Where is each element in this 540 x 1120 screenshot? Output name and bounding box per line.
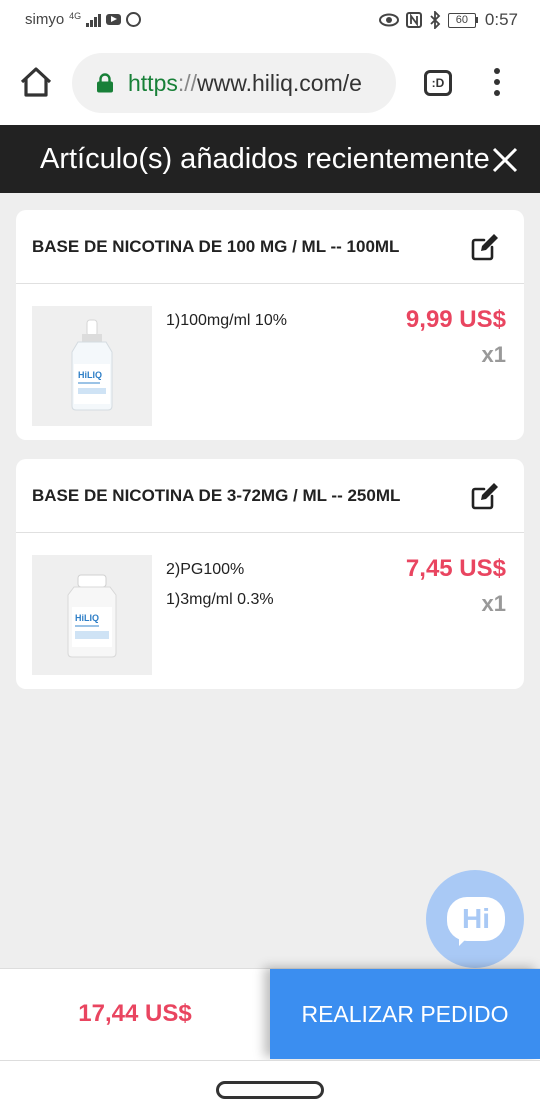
checkout-button[interactable]: REALIZAR PEDIDO [270, 969, 540, 1059]
network-label: 4G [69, 11, 82, 21]
url-text[interactable]: https://www.hiliq.com/e [128, 70, 362, 97]
thumb-brand: HiLIQ [75, 613, 99, 623]
youtube-icon [106, 14, 122, 25]
close-icon[interactable] [490, 145, 520, 175]
status-right: 60 0:57 [378, 10, 518, 30]
whatsapp-icon [126, 12, 142, 27]
cart-item-card: BASE DE NICOTINA DE 100 MG / ML -- 100ML… [16, 210, 524, 440]
cart-item-header: BASE DE NICOTINA DE 3-72MG / ML -- 250ML [16, 459, 524, 533]
status-left: simyo 4G [25, 11, 142, 28]
battery-level: 60 [447, 12, 476, 28]
cart-item-body: HiLIQ 1)100mg/ml 10% 9,99 US$ x1 [16, 284, 524, 440]
product-options: 2)PG100% 1)3mg/ml 0.3% [166, 555, 274, 615]
product-thumbnail[interactable]: HiLIQ [32, 306, 152, 426]
cart-item-body: HiLIQ 2)PG100% 1)3mg/ml 0.3% 7,45 US$ x1 [16, 533, 524, 689]
checkout-bar: 17,44 US$ REALIZAR PEDIDO [0, 968, 540, 1060]
product-name[interactable]: BASE DE NICOTINA DE 100 MG / ML -- 100ML [32, 237, 399, 257]
tabs-button[interactable]: :D [424, 70, 452, 96]
bottle-icon: HiLIQ [67, 574, 117, 658]
product-options: 1)100mg/ml 10% [166, 306, 287, 336]
chat-label: Hi [447, 897, 505, 941]
home-icon[interactable] [18, 64, 54, 100]
url-separator: :// [177, 70, 198, 96]
product-price: 7,45 US$ [405, 555, 506, 582]
product-quantity: x1 [481, 591, 506, 616]
lock-icon [97, 73, 113, 93]
clock: 0:57 [484, 10, 518, 29]
battery-icon: 60 [447, 12, 478, 28]
product-price: 9,99 US$ [405, 306, 506, 333]
cart-item-card: BASE DE NICOTINA DE 3-72MG / ML -- 250ML… [16, 459, 524, 689]
bottle-icon: HiLIQ [71, 319, 113, 411]
product-option: 1)3mg/ml 0.3% [166, 591, 274, 608]
overflow-menu-icon[interactable] [490, 68, 504, 98]
product-quantity: x1 [481, 342, 506, 367]
page-header: Artículo(s) añadidos recientemente [0, 125, 540, 193]
system-nav-bar [0, 1060, 540, 1120]
product-option: 1)100mg/ml 10% [166, 312, 287, 329]
carrier-label: simyo [25, 11, 65, 28]
product-name[interactable]: BASE DE NICOTINA DE 3-72MG / ML -- 250ML [32, 486, 400, 506]
chat-button[interactable]: Hi [426, 870, 524, 968]
signal-icon [86, 13, 102, 27]
thumb-brand: HiLIQ [78, 370, 102, 380]
chat-bubble-icon [459, 936, 469, 946]
eye-icon [378, 13, 399, 27]
address-bar[interactable]: https://www.hiliq.com/e [72, 53, 396, 113]
bluetooth-icon [430, 11, 441, 29]
browser-toolbar: https://www.hiliq.com/e :D [0, 40, 540, 125]
url-scheme: https [128, 70, 178, 96]
product-option: 2)PG100% [166, 561, 245, 578]
edit-icon[interactable] [470, 232, 500, 262]
nfc-icon [405, 12, 422, 28]
edit-icon[interactable] [470, 481, 500, 511]
cart-item-header: BASE DE NICOTINA DE 100 MG / ML -- 100ML [16, 210, 524, 284]
page-title: Artículo(s) añadidos recientemente [40, 143, 490, 175]
home-gesture-pill[interactable] [216, 1081, 324, 1099]
product-thumbnail[interactable]: HiLIQ [32, 555, 152, 675]
cart-total: 17,44 US$ [78, 1000, 192, 1027]
url-host: www.hiliq.com/e [197, 70, 362, 96]
status-bar: simyo 4G 60 0:57 [0, 0, 540, 40]
